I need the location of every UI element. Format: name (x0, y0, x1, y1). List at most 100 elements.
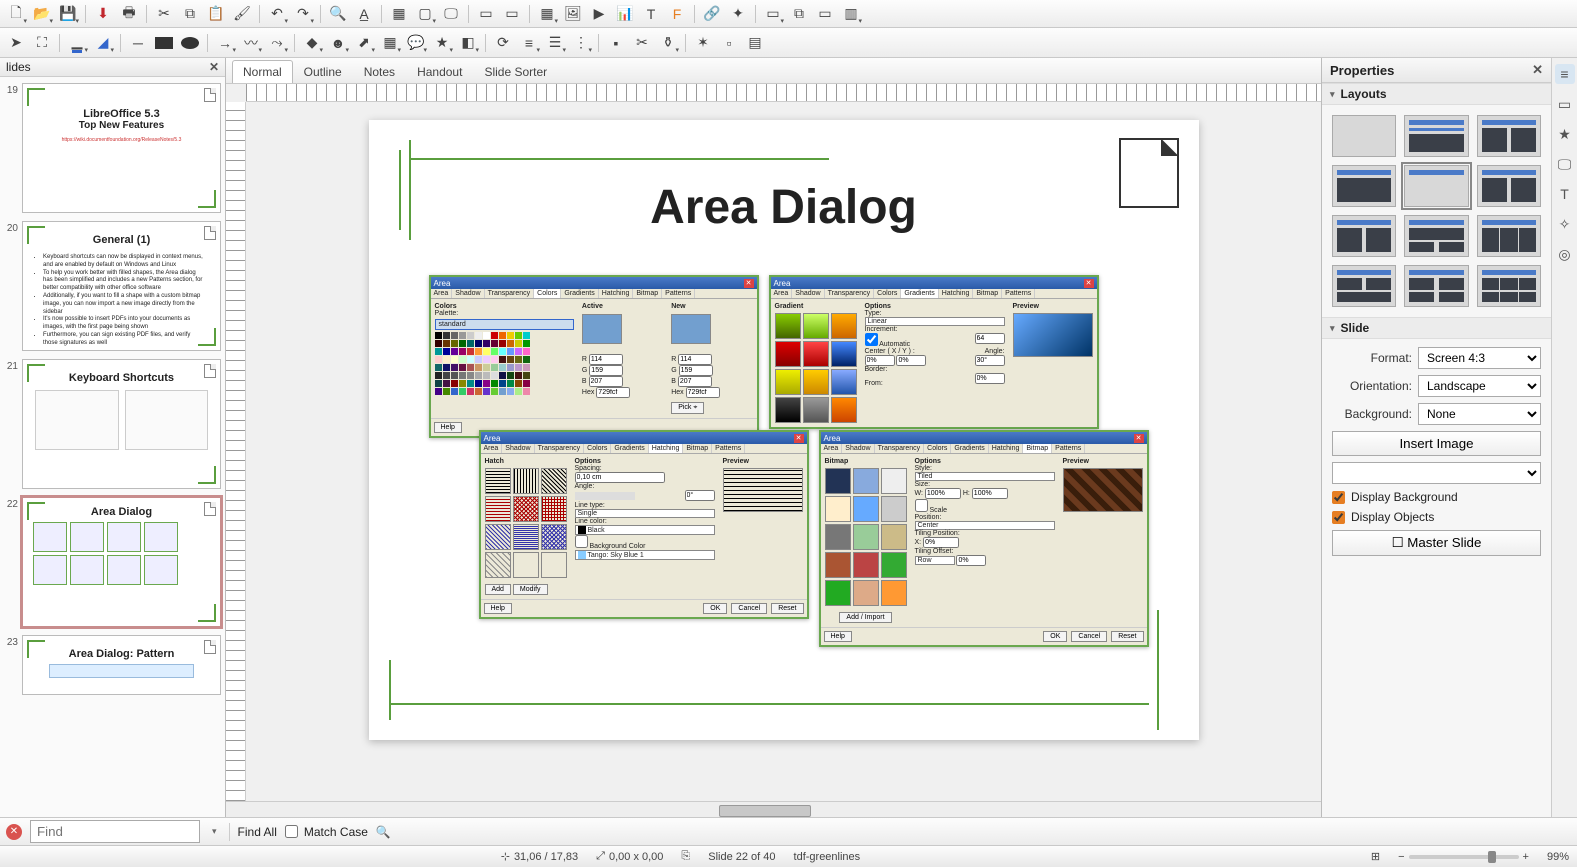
basic-shapes-button[interactable]: ◆▾ (300, 32, 324, 54)
zoom-value[interactable]: 99% (1547, 851, 1569, 863)
start-current-button[interactable]: ▭ (500, 3, 524, 25)
zoom-in-button[interactable]: + (1523, 851, 1529, 863)
find-input[interactable] (30, 820, 200, 843)
redo-button[interactable]: ↷▾ (291, 3, 315, 25)
arrow-button[interactable]: →▾ (213, 32, 237, 54)
slides-panel-close[interactable]: ✕ (209, 60, 219, 74)
sidebar-tab-styles[interactable]: T (1555, 184, 1575, 204)
undo-button[interactable]: ↶▾ (265, 3, 289, 25)
rect-button[interactable] (152, 32, 176, 54)
snap-button[interactable]: ▢▾ (413, 3, 437, 25)
status-insert-mode[interactable]: ⎘ (681, 850, 690, 863)
layout-9[interactable] (1332, 265, 1396, 307)
select-tool[interactable]: ➤ (4, 32, 28, 54)
del-slide-button[interactable]: ▭ (813, 3, 837, 25)
sidebar-tab-gallery[interactable]: ★ (1555, 124, 1575, 144)
zoom-slider[interactable] (1409, 855, 1519, 859)
arrow-shapes-button[interactable]: ⬈▾ (352, 32, 376, 54)
layout-blank[interactable] (1332, 115, 1396, 157)
filter-button[interactable]: ⚱▾ (656, 32, 680, 54)
clone-format-button[interactable]: 🖌 (230, 3, 254, 25)
connector-button[interactable]: ⤳▾ (265, 32, 289, 54)
zoom-fit-button[interactable]: ⊞ (1371, 850, 1380, 863)
paste-button[interactable]: 📋 (204, 3, 228, 25)
flowchart-button[interactable]: ▦▾ (378, 32, 402, 54)
open-button[interactable]: 📂▾ (30, 3, 54, 25)
glue-button[interactable]: ▫ (717, 32, 741, 54)
display-background-checkbox[interactable] (1332, 491, 1345, 504)
sidebar-tab-navigator[interactable]: 🖵 (1555, 154, 1575, 174)
star-button[interactable]: ★▾ (430, 32, 454, 54)
tab-handout[interactable]: Handout (406, 60, 473, 83)
grid-button[interactable]: ▦ (387, 3, 411, 25)
crop-button[interactable]: ✂ (630, 32, 654, 54)
slide-thumb-19[interactable]: 19 LibreOffice 5.3 Top New Features http… (4, 83, 221, 213)
layout-5[interactable] (1477, 165, 1541, 207)
background-extra-select[interactable] (1332, 462, 1541, 484)
spellcheck-button[interactable]: A̲ (352, 3, 376, 25)
export-pdf-button[interactable]: ⬇ (91, 3, 115, 25)
layout-8[interactable] (1477, 215, 1541, 257)
distribute-button[interactable]: ⋮▾ (569, 32, 593, 54)
sidebar-tab-slides[interactable]: ▭ (1555, 94, 1575, 114)
find-all-button[interactable]: Find All (238, 825, 277, 839)
match-case-checkbox[interactable] (285, 825, 298, 838)
layout-centered[interactable] (1404, 165, 1468, 207)
layout-title-only[interactable] (1332, 165, 1396, 207)
shadow-button[interactable]: ▪ (604, 32, 628, 54)
slide-button[interactable]: ▭▾ (761, 3, 785, 25)
zoom-tool[interactable]: ⛶ (30, 32, 54, 54)
rotate-button[interactable]: ⟳ (491, 32, 515, 54)
fontwork-button[interactable]: F (665, 3, 689, 25)
slide-thumb-22[interactable]: 22 Area Dialog (4, 497, 221, 627)
slides-list[interactable]: 19 LibreOffice 5.3 Top New Features http… (0, 77, 225, 817)
display-objects-checkbox[interactable] (1332, 511, 1345, 524)
points-button[interactable]: ✶ (691, 32, 715, 54)
slide-thumb-20[interactable]: 20 General (1) Keyboard shortcuts can no… (4, 221, 221, 351)
find-search-icon[interactable]: 🔍 (376, 825, 391, 839)
layout-title-content[interactable] (1404, 115, 1468, 157)
tab-normal[interactable]: Normal (232, 60, 293, 83)
canvas-scroll[interactable]: Area Dialog Area✕ AreaShadowTransparency… (246, 102, 1321, 801)
arrange-button[interactable]: ☰▾ (543, 32, 567, 54)
copy-button[interactable]: ⧉ (178, 3, 202, 25)
zoom-out-button[interactable]: − (1398, 851, 1404, 863)
master-slide-button[interactable]: ☐ Master Slide (1332, 530, 1541, 556)
table-button[interactable]: ▦▾ (535, 3, 559, 25)
line-button[interactable]: ─ (126, 32, 150, 54)
slide-title[interactable]: Area Dialog (369, 180, 1199, 235)
layout-11[interactable] (1477, 265, 1541, 307)
layout-6[interactable] (1332, 215, 1396, 257)
curve-button[interactable]: 〰▾ (239, 32, 263, 54)
extrusion-button[interactable]: ▤ (743, 32, 767, 54)
ellipse-button[interactable] (178, 32, 202, 54)
hyperlink-button[interactable]: 🔗 (700, 3, 724, 25)
fill-color-button[interactable]: ◢▾ (91, 32, 115, 54)
tab-notes[interactable]: Notes (353, 60, 406, 83)
find-close-button[interactable]: ✕ (6, 824, 22, 840)
slide-thumb-21[interactable]: 21 Keyboard Shortcuts (4, 359, 221, 489)
callout-button[interactable]: 💬▾ (404, 32, 428, 54)
background-select[interactable]: None (1418, 403, 1541, 425)
align-button[interactable]: ≡▾ (517, 32, 541, 54)
chart-button[interactable]: 📊 (613, 3, 637, 25)
symbol-shapes-button[interactable]: ☻▾ (326, 32, 350, 54)
line-color-button[interactable]: ▁▾ (65, 32, 89, 54)
3d-button[interactable]: ◧▾ (456, 32, 480, 54)
slide-layout-button[interactable]: ▥▾ (839, 3, 863, 25)
textbox-button[interactable]: T (639, 3, 663, 25)
tab-outline[interactable]: Outline (293, 60, 353, 83)
layout-7[interactable] (1404, 215, 1468, 257)
media-button[interactable]: ▶ (587, 3, 611, 25)
format-select[interactable]: Screen 4:3 (1418, 347, 1541, 369)
slide-canvas[interactable]: Area Dialog Area✕ AreaShadowTransparency… (369, 120, 1199, 740)
layouts-section-header[interactable]: Layouts (1322, 83, 1551, 105)
animation-button[interactable]: ✦ (726, 3, 750, 25)
find-history-dropdown[interactable]: ▾ (208, 826, 221, 837)
properties-close[interactable]: ✕ (1532, 62, 1543, 78)
ruler-vertical[interactable] (226, 102, 246, 801)
orientation-select[interactable]: Landscape (1418, 375, 1541, 397)
layout-title-2col[interactable] (1477, 115, 1541, 157)
cut-button[interactable]: ✂ (152, 3, 176, 25)
horizontal-scrollbar[interactable] (226, 801, 1321, 817)
